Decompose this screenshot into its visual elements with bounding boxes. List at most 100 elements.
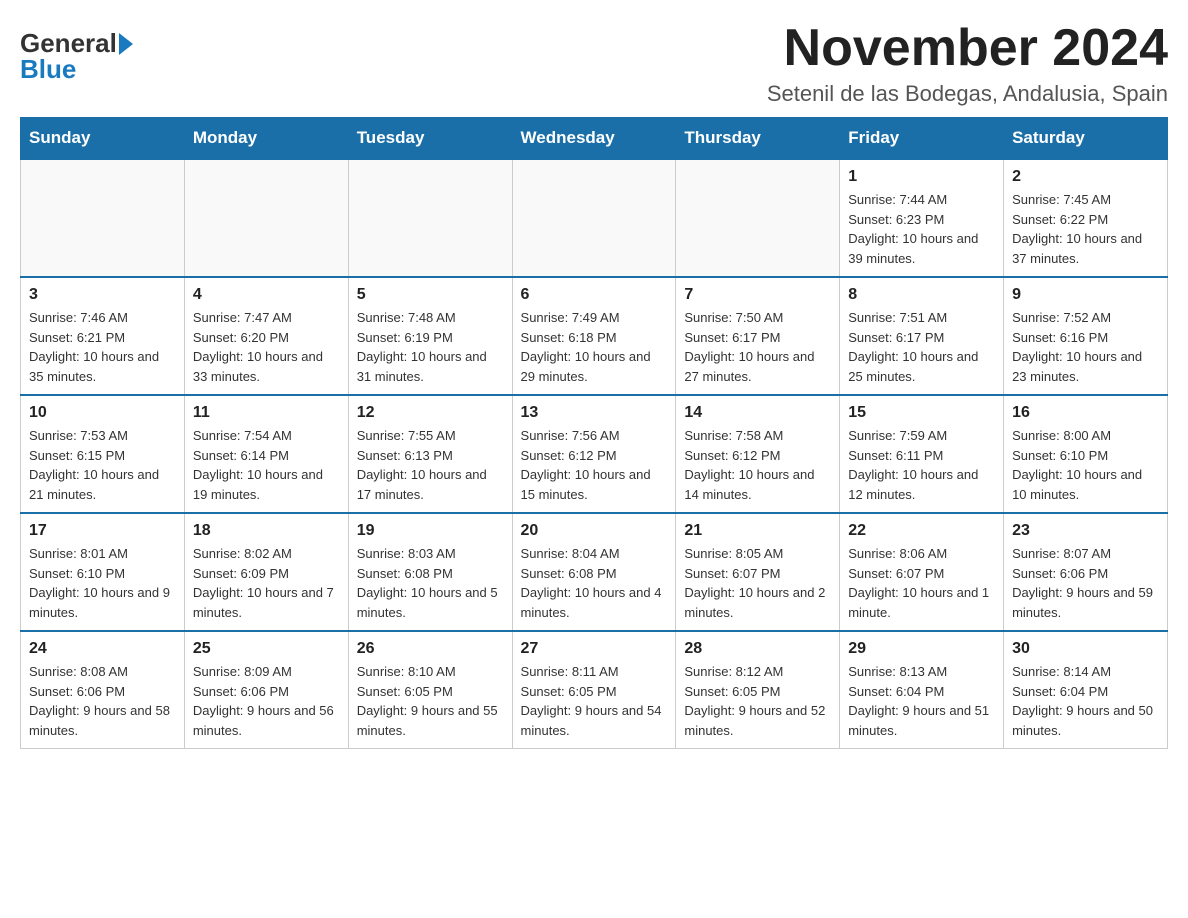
day-number: 21 [684, 522, 831, 540]
location-title: Setenil de las Bodegas, Andalusia, Spain [767, 81, 1168, 107]
day-number: 16 [1012, 404, 1159, 422]
calendar-cell: 18 Sunrise: 8:02 AMSunset: 6:09 PMDayligh… [184, 513, 348, 631]
calendar-week-row: 10Sunrise: 7:53 AMSunset: 6:15 PMDayligh… [21, 395, 1168, 513]
day-number: 4 [193, 286, 340, 304]
calendar-cell [676, 159, 840, 277]
day-number: 15 [848, 404, 995, 422]
calendar-header-friday: Friday [840, 118, 1004, 160]
day-info: Sunrise: 8:08 AMSunset: 6:06 PMDaylight:… [29, 662, 176, 740]
day-number: 9 [1012, 286, 1159, 304]
calendar-cell: 28Sunrise: 8:12 AMSunset: 6:05 PMDayligh… [676, 631, 840, 749]
day-info: Sunrise: 8:04 AMSunset: 6:08 PMDaylight:… [521, 544, 668, 622]
day-info: Sunrise: 8:06 AMSunset: 6:07 PMDaylight:… [848, 544, 995, 622]
day-info: Sunrise: 7:51 AMSunset: 6:17 PMDaylight:… [848, 308, 995, 386]
day-info: Sunrise: 7:44 AMSunset: 6:23 PMDaylight:… [848, 190, 995, 268]
calendar-cell: 3 Sunrise: 7:46 AMSunset: 6:21 PMDaylight… [21, 277, 185, 395]
calendar-week-row: 3 Sunrise: 7:46 AMSunset: 6:21 PMDaylight… [21, 277, 1168, 395]
day-number: 29 [848, 640, 995, 658]
calendar-cell: 13 Sunrise: 7:56 AMSunset: 6:12 PMDayligh… [512, 395, 676, 513]
calendar-cell: 12 Sunrise: 7:55 AMSunset: 6:13 PMDayligh… [348, 395, 512, 513]
day-number: 19 [357, 522, 504, 540]
calendar-cell: 7 Sunrise: 7:50 AMSunset: 6:17 PMDaylight… [676, 277, 840, 395]
calendar-cell: 26 Sunrise: 8:10 AMSunset: 6:05 PMDayligh… [348, 631, 512, 749]
calendar-cell: 1 Sunrise: 7:44 AMSunset: 6:23 PMDaylight… [840, 159, 1004, 277]
calendar-header-sunday: Sunday [21, 118, 185, 160]
calendar-cell: 19 Sunrise: 8:03 AMSunset: 6:08 PMDayligh… [348, 513, 512, 631]
day-number: 20 [521, 522, 668, 540]
day-info: Sunrise: 8:07 AMSunset: 6:06 PMDaylight:… [1012, 544, 1159, 622]
calendar-cell: 30Sunrise: 8:14 AMSunset: 6:04 PMDayligh… [1004, 631, 1168, 749]
calendar-cell: 10Sunrise: 7:53 AMSunset: 6:15 PMDayligh… [21, 395, 185, 513]
day-info: Sunrise: 8:14 AMSunset: 6:04 PMDaylight:… [1012, 662, 1159, 740]
calendar-cell: 11Sunrise: 7:54 AMSunset: 6:14 PMDayligh… [184, 395, 348, 513]
day-number: 3 [29, 286, 176, 304]
calendar-week-row: 1 Sunrise: 7:44 AMSunset: 6:23 PMDaylight… [21, 159, 1168, 277]
calendar-header-row: SundayMondayTuesdayWednesdayThursdayFrid… [21, 118, 1168, 160]
day-number: 23 [1012, 522, 1159, 540]
day-info: Sunrise: 8:09 AMSunset: 6:06 PMDaylight:… [193, 662, 340, 740]
day-info: Sunrise: 8:05 AMSunset: 6:07 PMDaylight:… [684, 544, 831, 622]
calendar-header-thursday: Thursday [676, 118, 840, 160]
day-number: 8 [848, 286, 995, 304]
calendar-cell: 16 Sunrise: 8:00 AMSunset: 6:10 PMDayligh… [1004, 395, 1168, 513]
day-number: 2 [1012, 168, 1159, 186]
calendar-cell: 21 Sunrise: 8:05 AMSunset: 6:07 PMDayligh… [676, 513, 840, 631]
day-info: Sunrise: 8:02 AMSunset: 6:09 PMDaylight:… [193, 544, 340, 622]
day-number: 18 [193, 522, 340, 540]
day-number: 14 [684, 404, 831, 422]
title-block: November 2024 Setenil de las Bodegas, An… [767, 20, 1168, 107]
calendar-cell: 25 Sunrise: 8:09 AMSunset: 6:06 PMDayligh… [184, 631, 348, 749]
day-info: Sunrise: 8:10 AMSunset: 6:05 PMDaylight:… [357, 662, 504, 740]
calendar-cell: 17 Sunrise: 8:01 AMSunset: 6:10 PMDayligh… [21, 513, 185, 631]
calendar-cell: 14 Sunrise: 7:58 AMSunset: 6:12 PMDayligh… [676, 395, 840, 513]
day-info: Sunrise: 8:13 AMSunset: 6:04 PMDaylight:… [848, 662, 995, 740]
calendar-cell: 9 Sunrise: 7:52 AMSunset: 6:16 PMDaylight… [1004, 277, 1168, 395]
day-info: Sunrise: 7:50 AMSunset: 6:17 PMDaylight:… [684, 308, 831, 386]
day-number: 17 [29, 522, 176, 540]
day-number: 24 [29, 640, 176, 658]
page-header: General Blue November 2024 Setenil de la… [20, 20, 1168, 107]
day-info: Sunrise: 7:54 AMSunset: 6:14 PMDaylight:… [193, 426, 340, 504]
day-info: Sunrise: 7:58 AMSunset: 6:12 PMDaylight:… [684, 426, 831, 504]
day-info: Sunrise: 7:47 AMSunset: 6:20 PMDaylight:… [193, 308, 340, 386]
calendar-cell: 8 Sunrise: 7:51 AMSunset: 6:17 PMDaylight… [840, 277, 1004, 395]
day-number: 7 [684, 286, 831, 304]
logo-general-text: General [20, 30, 117, 56]
logo-blue-text: Blue [20, 56, 76, 82]
day-number: 6 [521, 286, 668, 304]
day-number: 1 [848, 168, 995, 186]
calendar-cell: 6Sunrise: 7:49 AMSunset: 6:18 PMDaylight… [512, 277, 676, 395]
calendar-cell: 23 Sunrise: 8:07 AMSunset: 6:06 PMDayligh… [1004, 513, 1168, 631]
day-number: 22 [848, 522, 995, 540]
calendar-header-monday: Monday [184, 118, 348, 160]
day-number: 10 [29, 404, 176, 422]
calendar-header-tuesday: Tuesday [348, 118, 512, 160]
month-title: November 2024 [767, 20, 1168, 77]
calendar-cell [21, 159, 185, 277]
day-info: Sunrise: 8:03 AMSunset: 6:08 PMDaylight:… [357, 544, 504, 622]
day-number: 12 [357, 404, 504, 422]
day-number: 28 [684, 640, 831, 658]
day-info: Sunrise: 8:11 AMSunset: 6:05 PMDaylight:… [521, 662, 668, 740]
day-number: 27 [521, 640, 668, 658]
day-info: Sunrise: 7:46 AMSunset: 6:21 PMDaylight:… [29, 308, 176, 386]
logo: General Blue [20, 30, 133, 82]
day-info: Sunrise: 7:59 AMSunset: 6:11 PMDaylight:… [848, 426, 995, 504]
calendar-cell: 27 Sunrise: 8:11 AMSunset: 6:05 PMDayligh… [512, 631, 676, 749]
day-number: 13 [521, 404, 668, 422]
calendar-cell [184, 159, 348, 277]
day-info: Sunrise: 8:00 AMSunset: 6:10 PMDaylight:… [1012, 426, 1159, 504]
day-info: Sunrise: 7:56 AMSunset: 6:12 PMDaylight:… [521, 426, 668, 504]
calendar-cell: 5Sunrise: 7:48 AMSunset: 6:19 PMDaylight… [348, 277, 512, 395]
calendar-week-row: 24 Sunrise: 8:08 AMSunset: 6:06 PMDayligh… [21, 631, 1168, 749]
calendar-header-saturday: Saturday [1004, 118, 1168, 160]
day-info: Sunrise: 8:01 AMSunset: 6:10 PMDaylight:… [29, 544, 176, 622]
calendar-cell: 24 Sunrise: 8:08 AMSunset: 6:06 PMDayligh… [21, 631, 185, 749]
day-number: 26 [357, 640, 504, 658]
calendar-cell [512, 159, 676, 277]
day-info: Sunrise: 7:48 AMSunset: 6:19 PMDaylight:… [357, 308, 504, 386]
day-info: Sunrise: 7:55 AMSunset: 6:13 PMDaylight:… [357, 426, 504, 504]
calendar-cell: 2Sunrise: 7:45 AMSunset: 6:22 PMDaylight… [1004, 159, 1168, 277]
day-info: Sunrise: 7:52 AMSunset: 6:16 PMDaylight:… [1012, 308, 1159, 386]
day-number: 25 [193, 640, 340, 658]
